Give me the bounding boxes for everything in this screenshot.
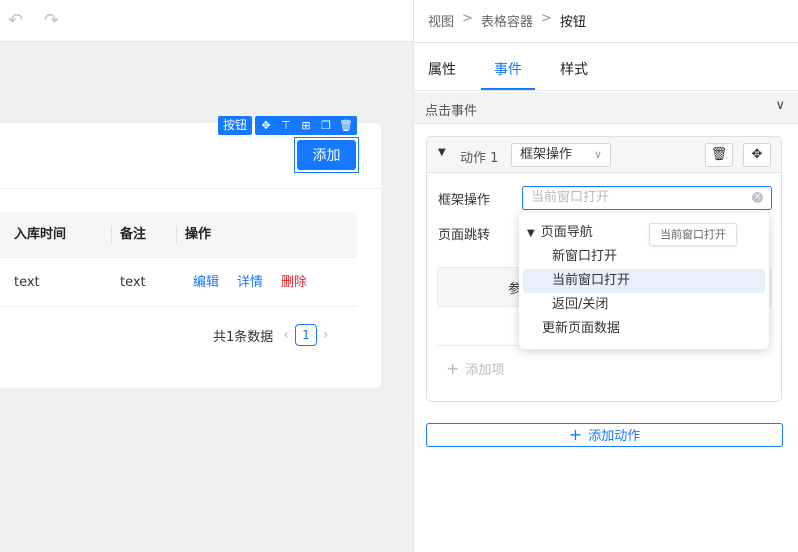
event-section-header[interactable]: 点击事件 ∨: [414, 92, 798, 124]
page-jump-label: 页面跳转: [438, 228, 491, 243]
frame-op-label: 框架操作: [438, 193, 491, 208]
add-item-button[interactable]: + 添加项: [446, 359, 504, 378]
tab-events[interactable]: 事件: [494, 59, 522, 79]
delete-action-button[interactable]: 🗑: [705, 143, 733, 167]
drag-action-button[interactable]: ✥: [743, 143, 771, 167]
trash-icon: 🗑: [710, 147, 728, 162]
action-type-value: 框架操作: [520, 147, 573, 162]
edit-link[interactable]: 编辑: [193, 259, 219, 307]
delete-icon[interactable]: 🗑: [338, 119, 354, 132]
add-action-label: 添加动作: [588, 429, 641, 444]
copy-icon[interactable]: ❐: [318, 119, 334, 132]
breadcrumb-separator: >: [462, 11, 473, 26]
add-item-label: 添加项: [465, 363, 505, 378]
frame-op-select[interactable]: 当前窗口打开 ×: [522, 186, 772, 210]
chevron-down-icon[interactable]: ∨: [775, 98, 785, 113]
frame-op-placeholder: 当前窗口打开: [531, 190, 610, 205]
component-tag: 按钮: [218, 116, 253, 135]
column-header-time: 入库时间: [14, 227, 67, 242]
dropdown-option-new-window[interactable]: 新窗口打开: [523, 245, 765, 269]
action-type-select[interactable]: 框架操作 ∨: [511, 143, 611, 167]
collapse-caret-icon[interactable]: ▼: [438, 147, 446, 158]
plus-icon: +: [446, 359, 460, 378]
table-header: 入库时间 备注 操作: [0, 212, 357, 258]
component-toolbar: 按钮 ✥ ⊤ ⊞ ❐ 🗑: [218, 116, 358, 135]
component-tools: ✥ ⊤ ⊞ ❐ 🗑: [255, 116, 358, 135]
plus-icon: +: [568, 425, 583, 444]
active-tab-indicator: [481, 88, 535, 90]
dropdown-option-current-window[interactable]: 当前窗口打开: [523, 269, 765, 293]
tab-styles[interactable]: 样式: [560, 59, 588, 79]
expand-caret-icon: ▼: [527, 228, 535, 239]
move-icon[interactable]: ✥: [258, 119, 274, 132]
canvas-toolbar: ↶ ↷: [0, 0, 413, 42]
undo-icon[interactable]: ↶: [8, 10, 23, 31]
cell-time: text: [14, 275, 40, 290]
table-icon[interactable]: ⊞: [298, 119, 314, 132]
card-divider: [0, 188, 381, 189]
design-canvas: ↶ ↷ 按钮 ✥ ⊤ ⊞ ❐ 🗑 添加 入库时间 备注 操作 text text…: [0, 0, 413, 552]
dropdown-group-update-data[interactable]: 更新页面数据: [523, 317, 765, 341]
action-header: ▼ 动作 1 框架操作 ∨ 🗑 ✥: [427, 137, 781, 173]
breadcrumb-separator: >: [540, 11, 552, 26]
pagination-total: 共1条数据: [213, 329, 274, 345]
column-separator: [176, 226, 177, 244]
panel-tabs: 属性 事件 样式: [414, 43, 798, 91]
next-page-icon[interactable]: ›: [323, 327, 329, 343]
event-section-title: 点击事件: [425, 104, 478, 119]
column-header-remark: 备注: [120, 227, 147, 242]
column-header-actions: 操作: [185, 227, 212, 242]
detail-link[interactable]: 详情: [237, 259, 263, 307]
add-button[interactable]: 添加: [297, 140, 356, 170]
breadcrumb: 视图 > 表格容器 > 按钮: [428, 11, 586, 30]
table-row: text text 编辑 详情 删除: [0, 259, 357, 307]
add-action-button[interactable]: + 添加动作: [426, 423, 783, 447]
prev-page-icon[interactable]: ‹: [283, 327, 289, 343]
dropdown-group-label: 页面导航: [540, 225, 593, 240]
chevron-down-icon: ∨: [593, 148, 602, 161]
action-name: 动作 1: [460, 151, 499, 166]
move-icon: ✥: [751, 147, 763, 162]
redo-icon[interactable]: ↷: [44, 10, 59, 31]
selected-button-frame: 添加: [294, 137, 359, 173]
delete-link[interactable]: 删除: [281, 259, 307, 307]
column-separator: [111, 226, 112, 244]
tooltip: 当前窗口打开: [649, 223, 737, 246]
page-number-current[interactable]: 1: [294, 324, 317, 346]
align-top-icon[interactable]: ⊤: [278, 119, 294, 132]
tab-properties[interactable]: 属性: [428, 59, 456, 79]
dropdown-option-back-close[interactable]: 返回/关闭: [523, 293, 765, 317]
clear-icon[interactable]: ×: [752, 192, 763, 203]
breadcrumb-item[interactable]: 表格容器: [481, 11, 533, 30]
pagination: 共1条数据 ‹ 1 ›: [213, 324, 335, 346]
breadcrumb-item[interactable]: 视图: [428, 11, 454, 30]
cell-remark: text: [120, 275, 146, 290]
breadcrumb-current: 按钮: [559, 15, 586, 30]
